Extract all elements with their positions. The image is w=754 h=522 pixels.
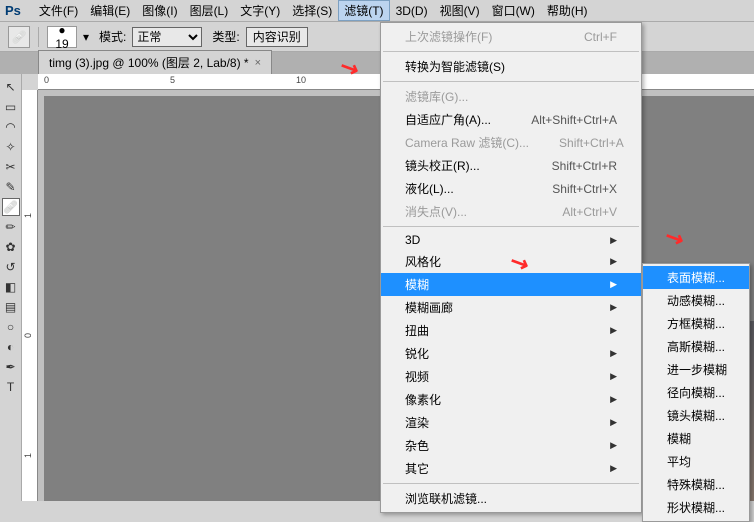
blur-submenu-dropdown: 表面模糊... 动感模糊... 方框模糊... 高斯模糊... 进一步模糊 径向… bbox=[642, 263, 750, 522]
magic-wand-tool[interactable]: ✧ bbox=[2, 138, 20, 156]
menu-liquify[interactable]: 液化(L)...Shift+Ctrl+X bbox=[381, 177, 641, 200]
eraser-tool[interactable]: ◧ bbox=[2, 278, 20, 296]
history-brush-tool[interactable]: ↺ bbox=[2, 258, 20, 276]
blur-special[interactable]: 特殊模糊... bbox=[643, 473, 749, 496]
chevron-down-icon[interactable]: ▾ bbox=[83, 30, 89, 44]
filter-menu-dropdown: 上次滤镜操作(F)Ctrl+F 转换为智能滤镜(S) 滤镜库(G)... 自适应… bbox=[380, 22, 642, 513]
blur-further[interactable]: 进一步模糊 bbox=[643, 358, 749, 381]
menu-distort-submenu[interactable]: 扭曲▶ bbox=[381, 319, 641, 342]
pen-tool[interactable]: ✒ bbox=[2, 358, 20, 376]
menu-3d-submenu[interactable]: 3D▶ bbox=[381, 230, 641, 250]
ps-logo: Ps bbox=[5, 3, 21, 18]
stamp-tool[interactable]: ✿ bbox=[2, 238, 20, 256]
crop-tool[interactable]: ✂ bbox=[2, 158, 20, 176]
menu-lens-correction[interactable]: 镜头校正(R)...Shift+Ctrl+R bbox=[381, 154, 641, 177]
menu-select[interactable]: 选择(S) bbox=[286, 0, 338, 21]
menu-browse-online[interactable]: 浏览联机滤镜... bbox=[381, 487, 641, 510]
gradient-tool[interactable]: ▤ bbox=[2, 298, 20, 316]
menu-adaptive-wide-angle[interactable]: 自适应广角(A)...Alt+Shift+Ctrl+A bbox=[381, 108, 641, 131]
menu-convert-smart[interactable]: 转换为智能滤镜(S) bbox=[381, 55, 641, 78]
menu-camera-raw[interactable]: Camera Raw 滤镜(C)...Shift+Ctrl+A bbox=[381, 131, 641, 154]
menu-blur-submenu[interactable]: 模糊▶ bbox=[381, 273, 641, 296]
blur-surface[interactable]: 表面模糊... bbox=[643, 266, 749, 289]
blur-motion[interactable]: 动感模糊... bbox=[643, 289, 749, 312]
menu-noise-submenu[interactable]: 杂色▶ bbox=[381, 434, 641, 457]
tab-title: timg (3).jpg @ 100% (图层 2, Lab/8) * bbox=[49, 54, 249, 71]
tool-preset-icon[interactable]: 🩹 bbox=[8, 26, 30, 48]
menu-stylize-submenu[interactable]: 风格化▶ bbox=[381, 250, 641, 273]
menu-filter[interactable]: 滤镜(T) bbox=[338, 0, 389, 21]
menu-pixelate-submenu[interactable]: 像素化▶ bbox=[381, 388, 641, 411]
menu-sharpen-submenu[interactable]: 锐化▶ bbox=[381, 342, 641, 365]
healing-brush-tool[interactable]: 🩹 bbox=[2, 198, 20, 216]
menu-edit[interactable]: 编辑(E) bbox=[84, 0, 136, 21]
blur-average[interactable]: 平均 bbox=[643, 450, 749, 473]
close-icon[interactable]: × bbox=[255, 57, 261, 69]
menu-type[interactable]: 文字(Y) bbox=[234, 0, 286, 21]
menu-filter-gallery[interactable]: 滤镜库(G)... bbox=[381, 85, 641, 108]
mode-select[interactable]: 正常 bbox=[132, 27, 202, 47]
lasso-tool[interactable]: ◠ bbox=[2, 118, 20, 136]
dodge-tool[interactable]: ◐ bbox=[2, 338, 20, 356]
menu-video-submenu[interactable]: 视频▶ bbox=[381, 365, 641, 388]
menu-render-submenu[interactable]: 渲染▶ bbox=[381, 411, 641, 434]
type-label: 类型: bbox=[212, 28, 239, 45]
blur-shape[interactable]: 形状模糊... bbox=[643, 496, 749, 519]
type-content-aware-button[interactable]: 内容识别 bbox=[246, 27, 308, 47]
mode-label: 模式: bbox=[99, 28, 126, 45]
marquee-tool[interactable]: ▭ bbox=[2, 98, 20, 116]
type-tool[interactable]: T bbox=[2, 378, 20, 396]
menu-image[interactable]: 图像(I) bbox=[136, 0, 183, 21]
blur-tool[interactable]: ○ bbox=[2, 318, 20, 336]
move-tool[interactable]: ↖ bbox=[2, 78, 20, 96]
menu-view[interactable]: 视图(V) bbox=[434, 0, 486, 21]
blur-gaussian[interactable]: 高斯模糊... bbox=[643, 335, 749, 358]
brush-preview[interactable]: ●19 bbox=[47, 26, 77, 48]
blur-box[interactable]: 方框模糊... bbox=[643, 312, 749, 335]
eyedropper-tool[interactable]: ✎ bbox=[2, 178, 20, 196]
menu-3d[interactable]: 3D(D) bbox=[390, 2, 434, 20]
menu-help[interactable]: 帮助(H) bbox=[541, 0, 594, 21]
menu-window[interactable]: 窗口(W) bbox=[486, 0, 541, 21]
brush-tool[interactable]: ✏ bbox=[2, 218, 20, 236]
ruler-vertical: 1 0 1 bbox=[22, 90, 38, 501]
blur-lens[interactable]: 镜头模糊... bbox=[643, 404, 749, 427]
menu-layer[interactable]: 图层(L) bbox=[184, 0, 235, 21]
menu-last-filter[interactable]: 上次滤镜操作(F)Ctrl+F bbox=[381, 25, 641, 48]
menu-blur-gallery-submenu[interactable]: 模糊画廊▶ bbox=[381, 296, 641, 319]
tools-panel: ↖ ▭ ◠ ✧ ✂ ✎ 🩹 ✏ ✿ ↺ ◧ ▤ ○ ◐ ✒ T bbox=[0, 74, 22, 501]
menu-bar: Ps 文件(F) 编辑(E) 图像(I) 图层(L) 文字(Y) 选择(S) 滤… bbox=[0, 0, 754, 22]
blur-standard[interactable]: 模糊 bbox=[643, 427, 749, 450]
menu-other-submenu[interactable]: 其它▶ bbox=[381, 457, 641, 480]
document-tab[interactable]: timg (3).jpg @ 100% (图层 2, Lab/8) * × bbox=[38, 50, 272, 74]
blur-radial[interactable]: 径向模糊... bbox=[643, 381, 749, 404]
menu-vanishing-point[interactable]: 消失点(V)...Alt+Ctrl+V bbox=[381, 200, 641, 223]
menu-file[interactable]: 文件(F) bbox=[33, 0, 84, 21]
